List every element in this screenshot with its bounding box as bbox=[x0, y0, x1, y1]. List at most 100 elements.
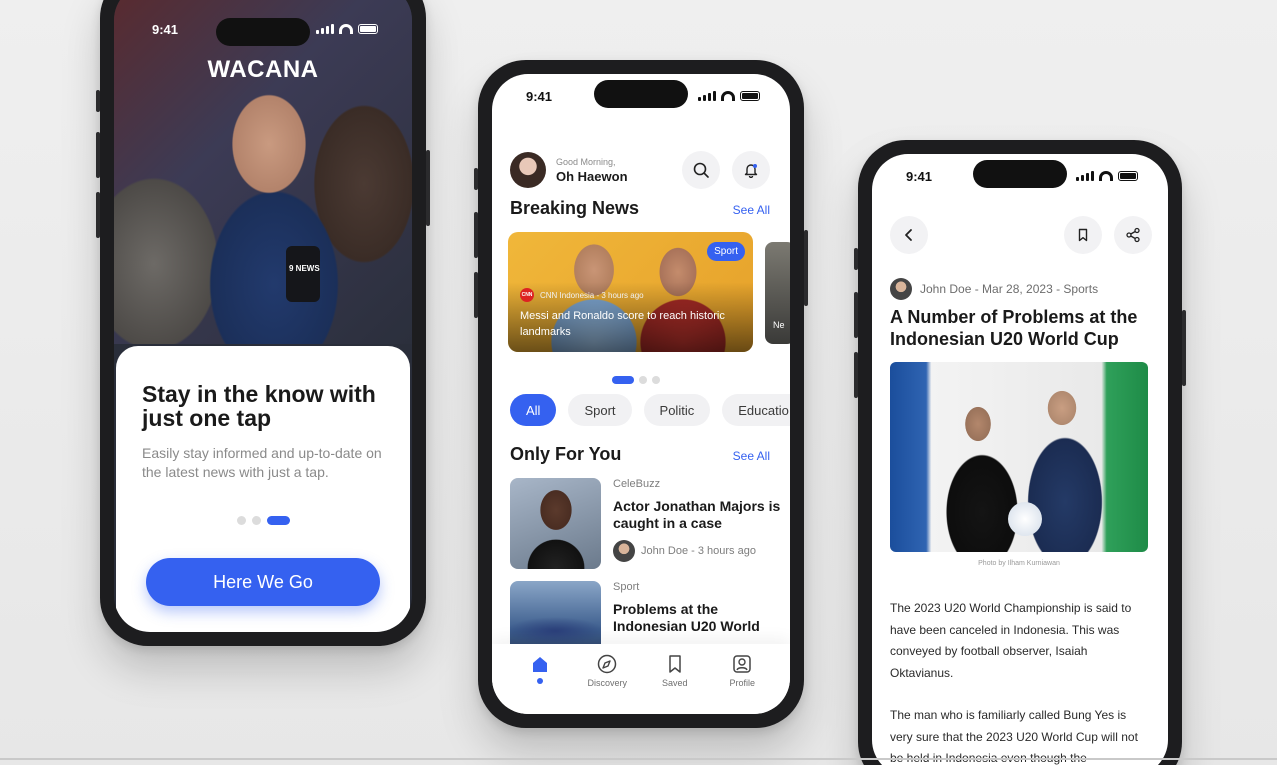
news-category: CeleBuzz bbox=[613, 478, 661, 490]
article-photo bbox=[890, 362, 1148, 552]
only-for-you-title: Only For You bbox=[510, 444, 622, 464]
breaking-see-all-link[interactable]: See All bbox=[733, 203, 770, 217]
tab-profile[interactable]: Profile bbox=[712, 654, 772, 688]
compass-icon bbox=[598, 654, 617, 674]
page-dot-active[interactable] bbox=[266, 516, 290, 525]
signal-icon bbox=[316, 24, 334, 34]
tab-discovery-label: Discovery bbox=[587, 678, 627, 688]
breaking-news-card[interactable]: Sport CNN CNN Indonesia - 3 hours ago Me… bbox=[508, 232, 753, 352]
onboarding-phone: 9 NEWS 9:41 WACANA Stay in the know with… bbox=[96, 0, 430, 646]
wifi-icon bbox=[339, 24, 353, 34]
tab-profile-label: Profile bbox=[729, 678, 755, 688]
reporter-photo: 9 NEWS bbox=[114, 0, 412, 344]
user-name: Oh Haewon bbox=[556, 168, 628, 184]
photo-caption: Photo by Ilham Kurniawan bbox=[978, 560, 1060, 567]
article-phone: 9:41 John Doe - Mar 28, 2023 - Sports A bbox=[854, 140, 1186, 765]
article-toolbar bbox=[890, 216, 1152, 254]
search-button[interactable] bbox=[682, 151, 720, 189]
article-paragraph: The 2023 U20 World Championship is said … bbox=[890, 601, 1132, 680]
page-dot-active[interactable] bbox=[612, 376, 634, 384]
chip-education[interactable]: Educatio bbox=[722, 394, 790, 426]
page-dot[interactable] bbox=[639, 376, 647, 384]
article-paragraph: The man who is familiarly called Bung Ye… bbox=[890, 708, 1138, 765]
bookmark-icon bbox=[669, 655, 681, 673]
breaking-news-title: Breaking News bbox=[510, 198, 640, 218]
active-tab-indicator bbox=[536, 678, 543, 684]
signal-icon bbox=[698, 91, 716, 101]
back-button[interactable] bbox=[890, 216, 928, 254]
article-screen: 9:41 John Doe - Mar 28, 2023 - Sports A bbox=[872, 154, 1168, 765]
signal-icon bbox=[1076, 171, 1094, 181]
dynamic-island bbox=[216, 18, 310, 46]
notification-button[interactable] bbox=[732, 151, 770, 189]
dynamic-island bbox=[594, 80, 688, 108]
greeting: Good Morning, Oh Haewon bbox=[556, 157, 670, 184]
status-time: 9:41 bbox=[526, 88, 553, 104]
onboarding-description: Easily stay informed and up-to-date on t… bbox=[142, 445, 382, 480]
news-title: Problems at the Indonesian U20 World bbox=[613, 601, 760, 634]
page-dot[interactable] bbox=[251, 516, 261, 525]
microphone bbox=[286, 246, 320, 302]
tab-saved[interactable]: Saved bbox=[645, 654, 705, 688]
tab-home[interactable] bbox=[510, 654, 570, 684]
news-category: Sport bbox=[613, 581, 640, 593]
author-avatar bbox=[613, 540, 635, 562]
news-meta: John Doe - 3 hours ago bbox=[613, 540, 786, 562]
chip-all[interactable]: All bbox=[510, 394, 557, 426]
news-source-text: CNN Indonesia - 3 hours ago bbox=[540, 290, 644, 300]
wifi-icon bbox=[1099, 171, 1113, 181]
status-time: 9:41 bbox=[906, 168, 933, 184]
news-title: Actor Jonathan Majors is caught in a cas… bbox=[613, 498, 781, 531]
article-body: The 2023 U20 World Championship is said … bbox=[890, 598, 1150, 765]
dynamic-island bbox=[973, 160, 1067, 188]
bookmark-button[interactable] bbox=[1064, 216, 1102, 254]
chevron-left-icon bbox=[905, 229, 912, 241]
home-header: Good Morning, Oh Haewon bbox=[510, 150, 770, 190]
brand-logo: WACANA bbox=[207, 56, 319, 83]
bottom-tab-bar: Discovery Saved Profile bbox=[492, 644, 790, 714]
avatar[interactable] bbox=[510, 152, 546, 188]
carousel-pagination bbox=[612, 376, 660, 384]
onboarding-card: Stay in the know with just one tap Easil… bbox=[116, 346, 410, 632]
only-for-you-see-all-link[interactable]: See All bbox=[733, 449, 770, 463]
share-button[interactable] bbox=[1114, 216, 1152, 254]
search-icon bbox=[693, 162, 709, 178]
home-icon bbox=[532, 657, 547, 672]
onboarding-headline: Stay in the know with just one tap bbox=[142, 381, 376, 431]
next-news-card-text: Ne bbox=[773, 320, 785, 330]
share-icon bbox=[1126, 227, 1140, 243]
status-time: 9:41 bbox=[152, 21, 179, 37]
breaking-news-headline: Messi and Ronaldo score to reach histori… bbox=[520, 310, 725, 338]
article-headline: A Number of Problems at the Indonesian U… bbox=[890, 307, 1138, 349]
next-news-card[interactable]: Ne bbox=[765, 242, 790, 344]
page-dot[interactable] bbox=[236, 516, 246, 525]
battery-icon bbox=[740, 91, 760, 101]
battery-icon bbox=[1118, 171, 1138, 181]
chip-politic[interactable]: Politic bbox=[643, 394, 711, 426]
football bbox=[1008, 502, 1042, 536]
bottom-divider bbox=[0, 758, 1277, 760]
profile-icon bbox=[733, 655, 751, 673]
byline-text: John Doe - Mar 28, 2023 - Sports bbox=[920, 282, 1099, 296]
home-phone: 9:41 Good Morning, Oh Haewon Breaking Ne… bbox=[474, 60, 808, 728]
home-screen: 9:41 Good Morning, Oh Haewon Breaking Ne… bbox=[492, 74, 790, 714]
bell-icon bbox=[744, 164, 758, 178]
category-chips: All Sport Politic Educatio bbox=[510, 394, 790, 426]
bookmark-icon bbox=[1078, 228, 1088, 242]
tab-saved-label: Saved bbox=[661, 678, 688, 688]
here-we-go-button[interactable]: Here We Go bbox=[146, 558, 380, 606]
only-for-you-header: Only For You See All bbox=[510, 444, 770, 465]
battery-icon bbox=[358, 24, 378, 34]
greeting-text: Good Morning, bbox=[556, 156, 616, 167]
page-dot[interactable] bbox=[652, 376, 660, 384]
news-meta-text: John Doe - 3 hours ago bbox=[641, 545, 756, 557]
list-item[interactable]: CeleBuzz Actor Jonathan Majors is caught… bbox=[510, 478, 786, 570]
news-thumbnail bbox=[510, 478, 601, 569]
author-avatar bbox=[890, 278, 912, 300]
onboarding-pagination bbox=[116, 516, 410, 525]
tab-discovery[interactable]: Discovery bbox=[577, 654, 637, 688]
mic-label: 9 NEWS bbox=[289, 264, 320, 273]
chip-sport[interactable]: Sport bbox=[568, 394, 632, 426]
category-badge: Sport bbox=[707, 242, 745, 261]
article-byline: John Doe - Mar 28, 2023 - Sports bbox=[890, 278, 1098, 300]
